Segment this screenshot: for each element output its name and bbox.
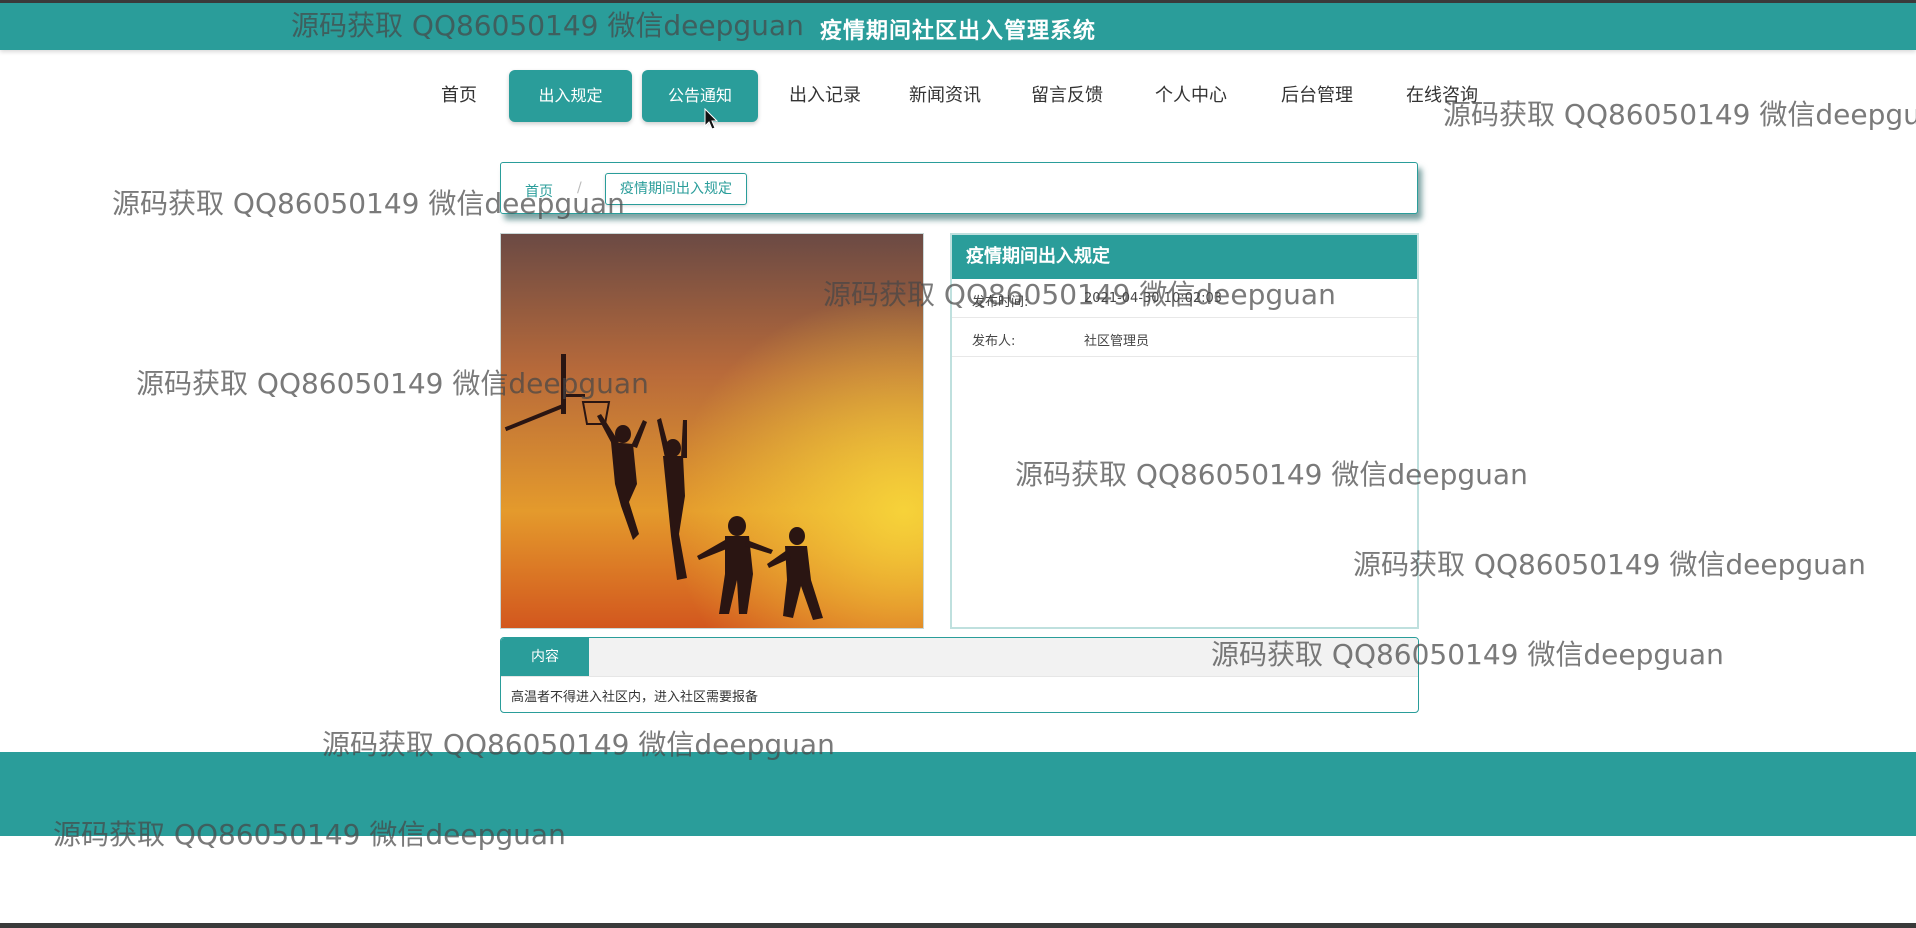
footer-bar: [0, 752, 1916, 836]
nav-item-admin[interactable]: 后台管理: [1271, 70, 1363, 122]
publisher-row: 发布人: 社区管理员: [952, 318, 1417, 357]
breadcrumb-home-link[interactable]: 首页: [525, 181, 553, 201]
breadcrumb-separator: /: [577, 180, 582, 196]
detail-info-panel: 疫情期间出入规定 发布时间: 2021-04-30 10:02:03 发布人: …: [950, 233, 1419, 629]
publisher-value: 社区管理员: [1084, 334, 1150, 349]
top-header-bar: 疫情期间社区出入管理系统: [0, 0, 1916, 50]
nav-item-online-consult[interactable]: 在线咨询: [1396, 70, 1488, 122]
detail-title: 疫情期间出入规定: [952, 235, 1417, 279]
site-title: 疫情期间社区出入管理系统: [819, 19, 1096, 44]
publish-time-label: 发布时间:: [972, 295, 1029, 310]
publish-time-row: 发布时间: 2021-04-30 10:02:03: [952, 279, 1417, 318]
publish-time-value: 2021-04-30 10:02:03: [1084, 291, 1223, 306]
nav-item-personal-center[interactable]: 个人中心: [1145, 70, 1237, 122]
mouse-cursor-icon: [704, 108, 718, 130]
breadcrumb-current: 疫情期间出入规定: [605, 173, 747, 205]
breadcrumb: 首页 / 疫情期间出入规定: [500, 162, 1418, 214]
content-text: 高温者不得进入社区内，进入社区需要报备: [511, 690, 759, 705]
nav-item-news[interactable]: 新闻资讯: [899, 70, 991, 122]
nav-item-home[interactable]: 首页: [428, 70, 490, 122]
tab-content[interactable]: 内容: [501, 638, 589, 676]
main-nav: 首页 出入规定 公告通知 出入记录 新闻资讯 留言反馈 个人中心 后台管理 在线…: [0, 70, 1916, 122]
detail-photo: [500, 233, 924, 629]
watermark: 源码获取 QQ86050149 微信deepguan: [1353, 548, 1866, 581]
nav-item-announcements[interactable]: 公告通知: [642, 70, 758, 122]
publisher-label: 发布人:: [972, 334, 1016, 349]
nav-item-feedback[interactable]: 留言反馈: [1021, 70, 1113, 122]
nav-item-entry-records[interactable]: 出入记录: [779, 70, 871, 122]
bottom-border: [0, 923, 1916, 928]
nav-item-entry-rules[interactable]: 出入规定: [509, 70, 632, 122]
content-tab-bar: 内容: [501, 638, 1418, 677]
content-section: 内容 高温者不得进入社区内，进入社区需要报备: [500, 637, 1419, 713]
